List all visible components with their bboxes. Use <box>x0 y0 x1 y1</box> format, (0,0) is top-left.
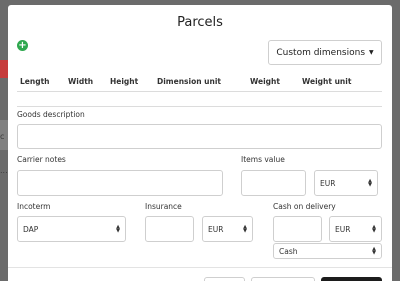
incoterm-label: Incoterm <box>17 202 51 211</box>
footer-button[interactable] <box>251 277 315 281</box>
items-value-currency-select[interactable]: EUR ▲ ▼ <box>314 170 378 196</box>
cash-on-delivery-currency: EUR <box>335 224 351 234</box>
insurance-currency-select[interactable]: EUR ▲ ▼ <box>202 216 253 242</box>
items-value-currency: EUR <box>320 178 336 188</box>
modal-title: Parcels <box>177 15 223 30</box>
up-down-arrows-icon: ▲ ▼ <box>372 246 376 256</box>
incoterm-value: DAP <box>23 224 39 234</box>
up-down-arrows-icon: ▲ ▼ <box>368 178 372 188</box>
background-fragment: ... <box>0 166 8 175</box>
background-fragment: c <box>0 132 5 141</box>
insurance-currency: EUR <box>208 224 224 234</box>
carrier-notes-input[interactable] <box>17 170 223 196</box>
items-value-input[interactable] <box>241 170 306 196</box>
carrier-notes-label: Carrier notes <box>17 155 66 164</box>
parcels-modal: Parcels + Custom dimensions ▼ Length Wid… <box>8 5 392 281</box>
cash-on-delivery-currency-select[interactable]: EUR ▲ ▼ <box>329 216 382 242</box>
cash-on-delivery-label: Cash on delivery <box>273 202 336 211</box>
items-value-label: Items value <box>241 155 285 164</box>
goods-description-input[interactable] <box>17 124 382 149</box>
cash-on-delivery-method-select[interactable]: Cash ▲ ▼ <box>273 243 382 259</box>
column-height: Height <box>110 77 139 86</box>
primary-footer-button[interactable] <box>321 277 382 281</box>
up-down-arrows-icon: ▲ ▼ <box>243 224 247 234</box>
caret-down-icon: ▼ <box>369 49 374 56</box>
custom-dimensions-label: Custom dimensions <box>276 47 366 58</box>
column-dimension-unit: Dimension unit <box>157 77 222 86</box>
incoterm-select[interactable]: DAP ▲ ▼ <box>17 216 126 242</box>
insurance-label: Insurance <box>145 202 182 211</box>
parcels-table-header: Length Width Height Dimension unit Weigh… <box>17 73 382 92</box>
table-divider <box>17 106 382 107</box>
up-down-arrows-icon: ▲ ▼ <box>116 224 120 234</box>
footer-divider <box>8 267 392 268</box>
goods-description-label: Goods description <box>17 110 85 119</box>
custom-dimensions-button[interactable]: Custom dimensions ▼ <box>268 40 382 65</box>
column-length: Length <box>20 77 50 86</box>
column-width: Width <box>68 77 94 86</box>
cash-on-delivery-input[interactable] <box>273 216 322 242</box>
column-weight-unit: Weight unit <box>302 77 352 86</box>
column-weight: Weight <box>250 77 280 86</box>
cash-on-delivery-method: Cash <box>279 246 298 256</box>
background-accent <box>0 60 8 78</box>
plus-circle-icon[interactable]: + <box>17 40 28 51</box>
footer-button[interactable] <box>204 277 245 281</box>
up-down-arrows-icon: ▲ ▼ <box>372 224 376 234</box>
insurance-input[interactable] <box>145 216 194 242</box>
